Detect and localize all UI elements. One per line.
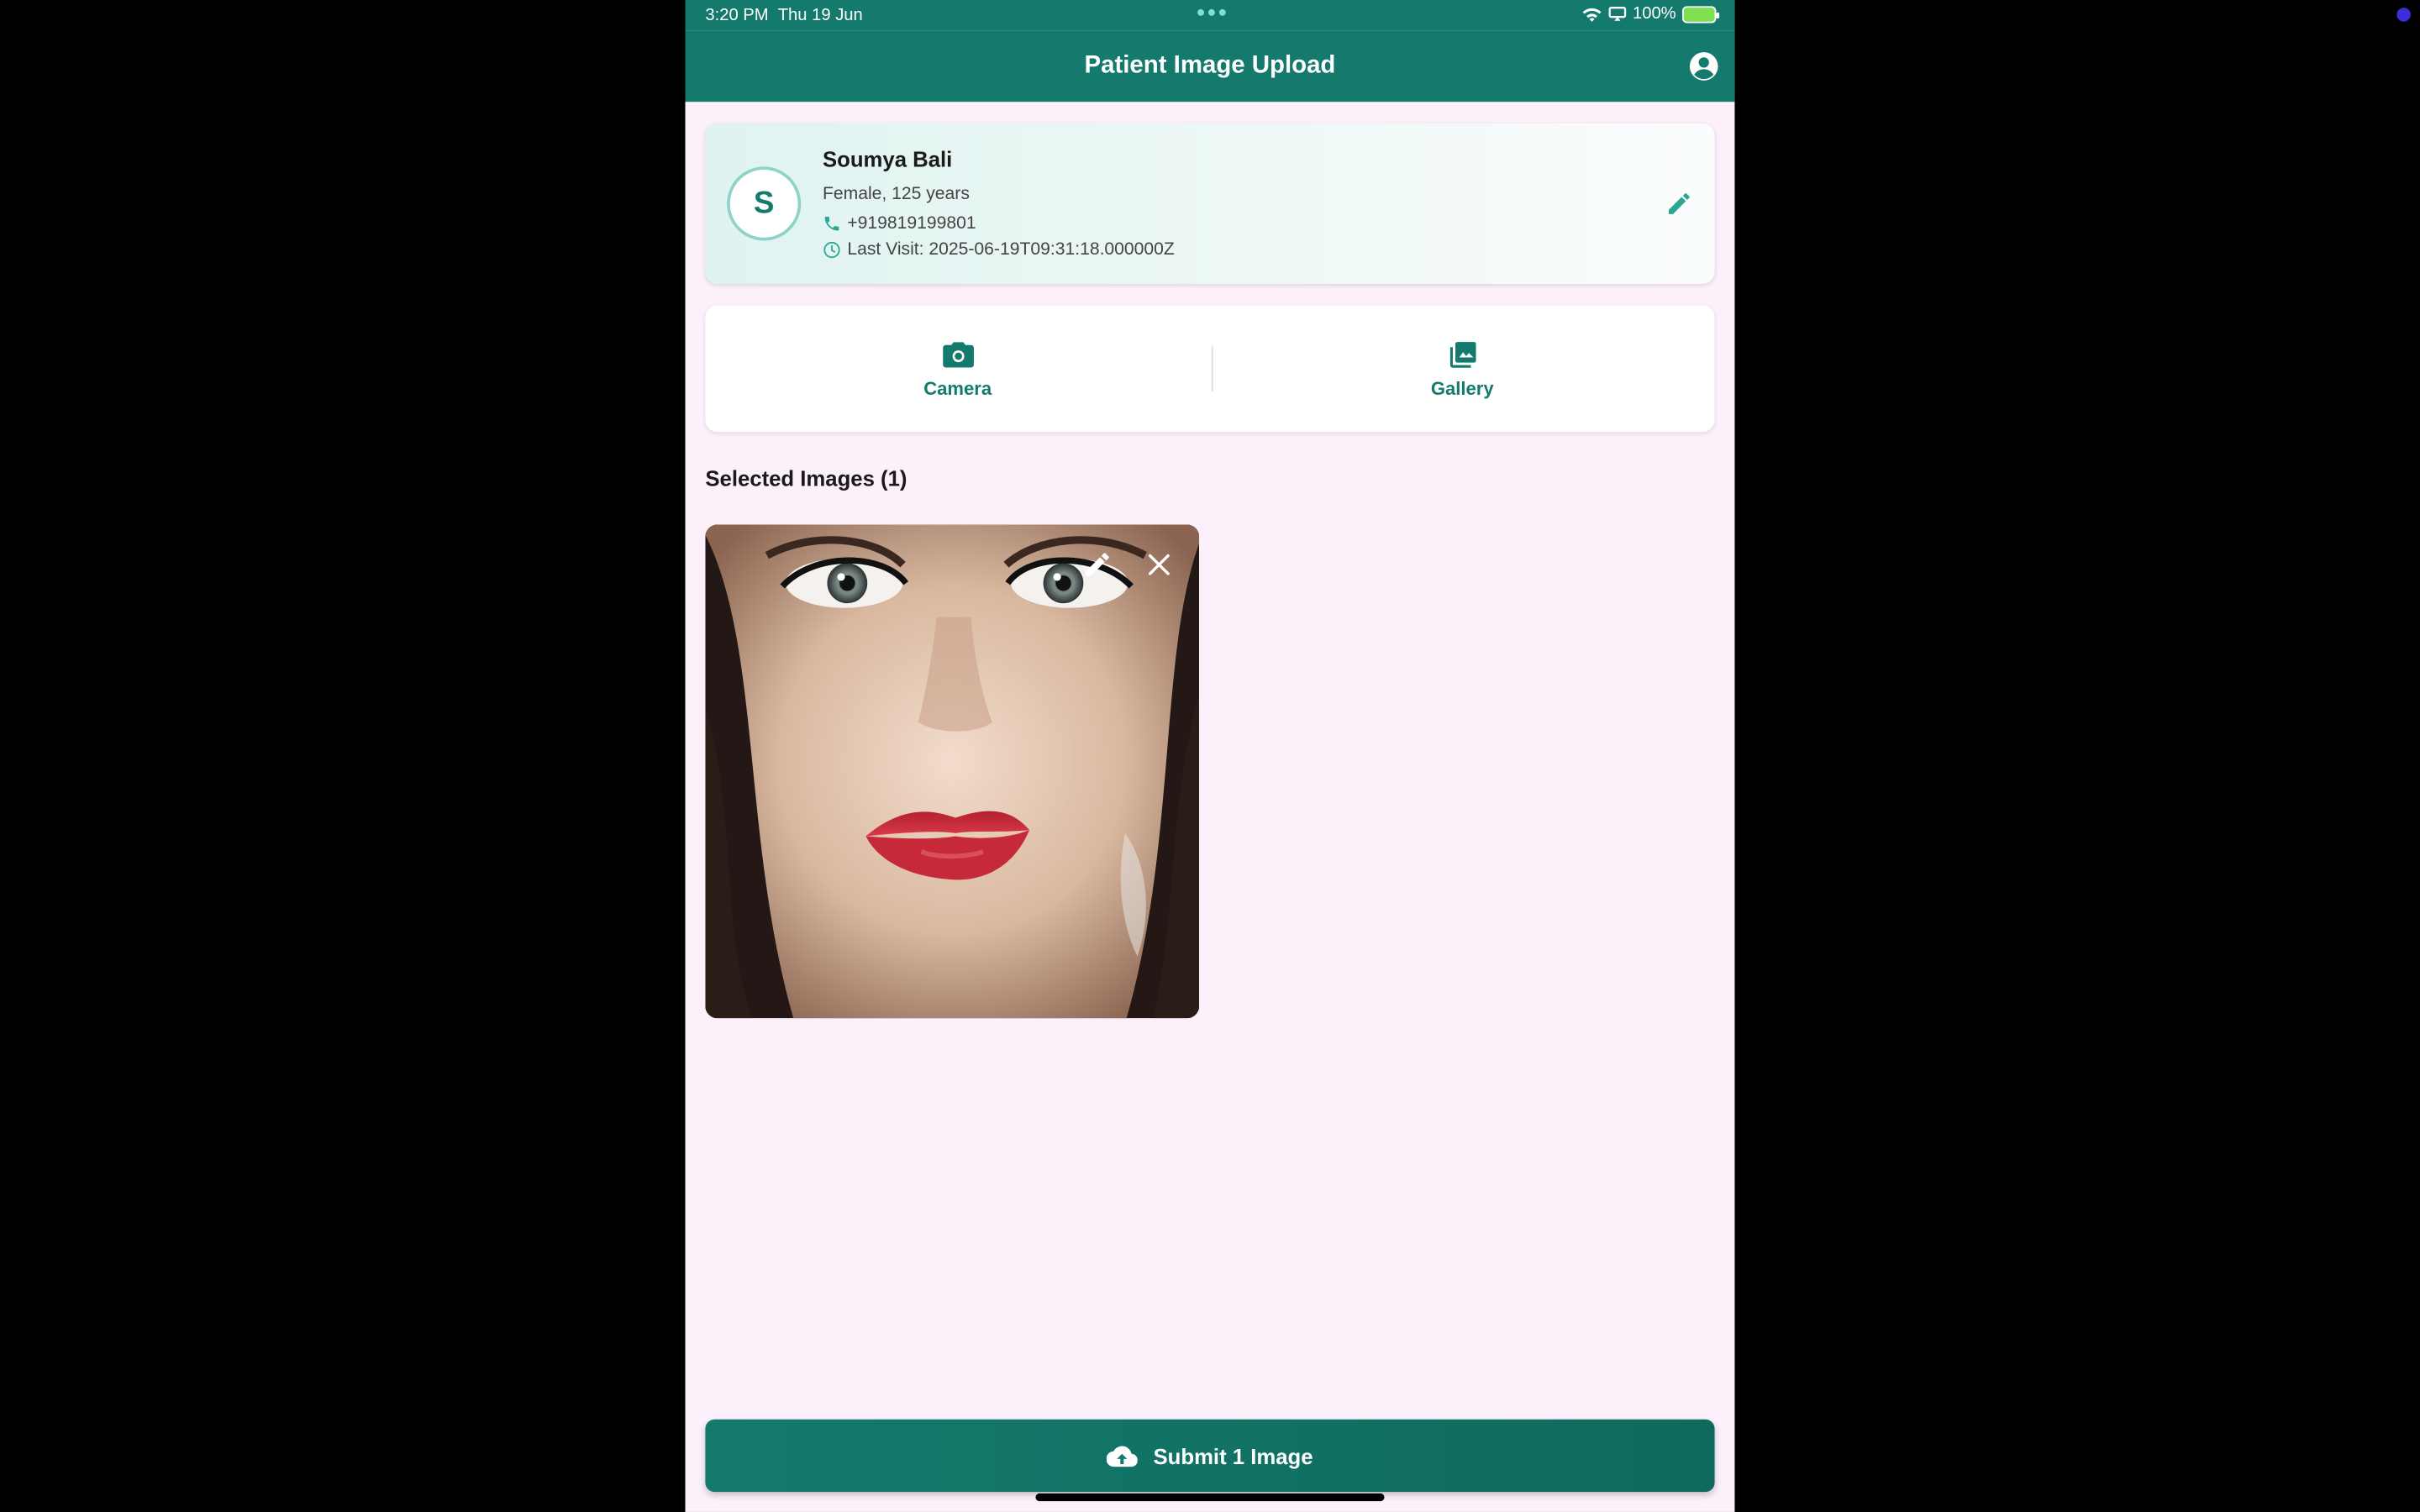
- camera-label: Camera: [923, 377, 992, 399]
- cloud-upload-icon: [1107, 1445, 1139, 1467]
- app-bar: Patient Image Upload: [685, 30, 1735, 102]
- patient-info: Female, 125 years: [822, 185, 970, 204]
- multitask-dots-icon[interactable]: ●●●: [1196, 5, 1228, 22]
- gallery-icon: [1449, 341, 1476, 367]
- home-indicator[interactable]: [1035, 1493, 1385, 1502]
- submit-button[interactable]: Submit 1 Image: [705, 1419, 1715, 1493]
- screen-mirror-icon: [1608, 7, 1626, 21]
- patient-phone: +919819199801: [847, 214, 976, 234]
- selected-image-tile[interactable]: [705, 524, 1200, 1019]
- account-circle-icon[interactable]: [1688, 51, 1719, 82]
- submit-label: Submit 1 Image: [1153, 1443, 1313, 1468]
- camera-button[interactable]: Camera: [705, 306, 1210, 433]
- battery-percent: 100%: [1632, 4, 1676, 24]
- gallery-button[interactable]: Gallery: [1210, 306, 1715, 433]
- avatar: S: [727, 166, 802, 241]
- camera-icon: [942, 341, 974, 367]
- selected-images-title: Selected Images (1): [705, 465, 908, 491]
- status-indicators: 100%: [1581, 4, 1720, 24]
- remove-image-icon[interactable]: [1144, 549, 1175, 580]
- patient-phone-row: +919819199801: [823, 214, 976, 233]
- page-title: Patient Image Upload: [1084, 52, 1336, 79]
- clock-icon: [823, 241, 840, 259]
- stage: 3:20 PM Thu 19 Jun ●●● 100% Patient Imag…: [0, 0, 2420, 1512]
- wifi-icon: [1582, 7, 1602, 21]
- status-bar: 3:20 PM Thu 19 Jun ●●● 100%: [685, 0, 1735, 31]
- edit-image-icon[interactable]: [1082, 549, 1113, 580]
- patient-photo[interactable]: [705, 524, 1200, 1019]
- status-date: Thu 19 Jun: [777, 6, 863, 25]
- patient-card: S Soumya Bali Female, 125 years +9198191…: [705, 123, 1715, 284]
- last-visit: Last Visit: 2025-06-19T09:31:18.000000Z: [847, 240, 1175, 260]
- battery-icon: [1682, 5, 1720, 23]
- patient-name: Soumya Bali: [822, 146, 953, 171]
- gallery-label: Gallery: [1430, 377, 1494, 399]
- app-screen: 3:20 PM Thu 19 Jun ●●● 100% Patient Imag…: [685, 0, 1735, 1512]
- edit-patient-icon[interactable]: [1665, 190, 1693, 218]
- phone-icon: [824, 217, 839, 231]
- recording-indicator: [2396, 8, 2411, 22]
- image-source-card: Camera Gallery: [705, 305, 1715, 433]
- patient-visit-row: Last Visit: 2025-06-19T09:31:18.000000Z: [823, 241, 1175, 260]
- status-time: 3:20 PM: [705, 6, 769, 25]
